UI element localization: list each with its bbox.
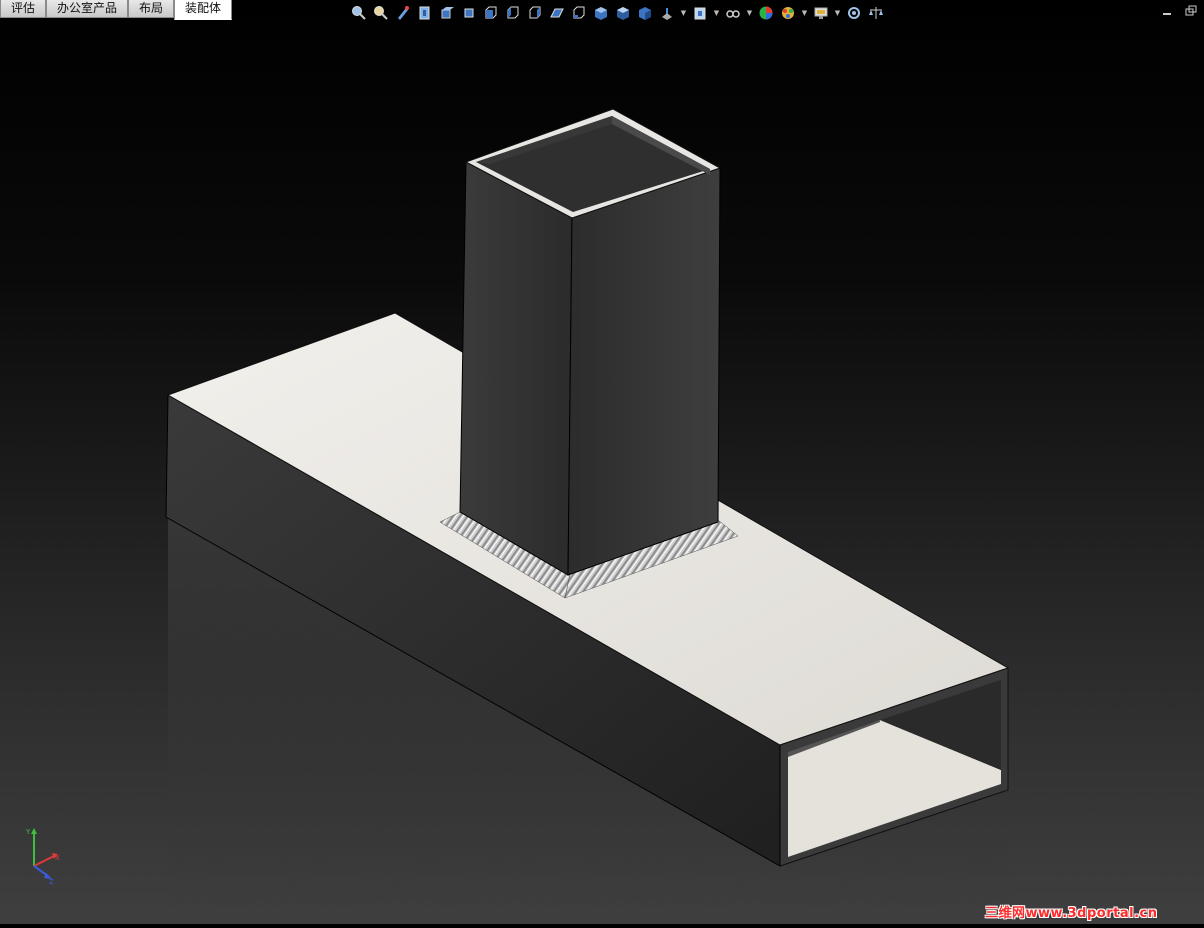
realview-icon[interactable] [812, 4, 830, 22]
tab-evaluate[interactable]: 评估 [0, 0, 47, 18]
heads-up-view-toolbar: ▼ ▼ ▼ ▼ ▼ [350, 3, 885, 23]
window-controls [1160, 4, 1198, 18]
command-manager-tabs: 评估 办公室产品 布局 装配体 [0, 0, 233, 20]
coordinate-triad: Y X Z [24, 826, 64, 886]
dimetric-view-icon[interactable] [592, 4, 610, 22]
triad-x-label: X [55, 854, 60, 862]
hide-show-dropdown-icon[interactable]: ▼ [713, 4, 720, 22]
edit-appearance-icon[interactable] [724, 4, 742, 22]
tab-assembly[interactable]: 装配体 [174, 0, 233, 20]
tab-office-products[interactable]: 办公室产品 [46, 0, 129, 18]
zoom-to-area-icon[interactable] [372, 4, 390, 22]
watermark: 三维网www.3dportal.cn [985, 906, 1158, 921]
zoom-to-fit-icon[interactable] [350, 4, 368, 22]
isometric-view-icon[interactable] [570, 4, 588, 22]
restore-icon[interactable] [1184, 4, 1198, 18]
trimetric-view-icon[interactable] [614, 4, 632, 22]
triad-z-label: Z [49, 878, 54, 886]
back-view-icon[interactable] [482, 4, 500, 22]
normal-to-icon[interactable] [636, 4, 654, 22]
triad-y-label: Y [25, 828, 31, 836]
view-settings-icon[interactable] [779, 4, 797, 22]
minimize-icon[interactable] [1160, 4, 1174, 18]
appearance-dropdown-icon[interactable]: ▼ [746, 4, 753, 22]
display-style-icon[interactable] [658, 4, 676, 22]
left-view-icon[interactable] [504, 4, 522, 22]
view-orientation-icon[interactable] [438, 4, 456, 22]
front-view-icon[interactable] [460, 4, 478, 22]
previous-view-icon[interactable] [394, 4, 412, 22]
tab-layout[interactable]: 布局 [128, 0, 175, 18]
graphics-area[interactable] [0, 0, 1204, 924]
hide-show-items-icon[interactable] [691, 4, 709, 22]
display-style-dropdown-icon[interactable]: ▼ [680, 4, 687, 22]
view-settings-dropdown-icon[interactable]: ▼ [834, 4, 841, 22]
vertical-tube[interactable] [459, 108, 722, 576]
scene-dropdown-icon[interactable]: ▼ [801, 4, 808, 22]
model-render [165, 108, 1010, 924]
section-view-icon[interactable] [416, 4, 434, 22]
apply-scene-icon[interactable] [757, 4, 775, 22]
balance-icon[interactable] [867, 4, 885, 22]
shadows-icon[interactable] [845, 4, 863, 22]
right-view-icon[interactable] [526, 4, 544, 22]
top-view-icon[interactable] [548, 4, 566, 22]
